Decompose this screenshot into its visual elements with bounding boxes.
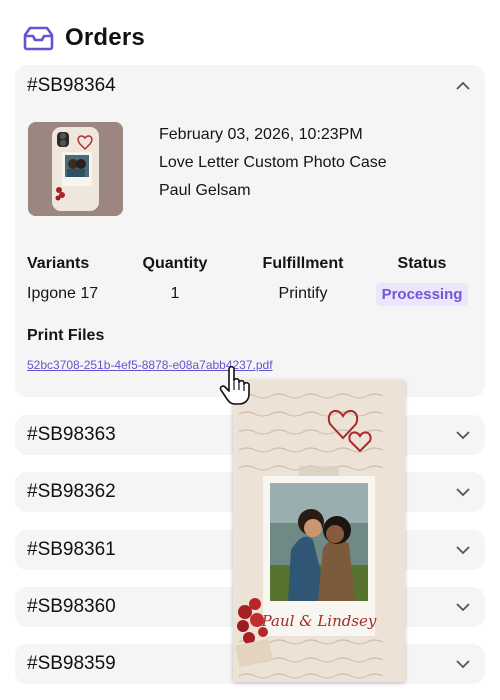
page-title: Orders: [65, 24, 145, 51]
variants-column: Variants Ipgone 17: [27, 255, 98, 307]
chevron-down-icon[interactable]: [455, 602, 471, 612]
order-meta: February 03, 2026, 10:23PM Love Letter C…: [159, 121, 387, 205]
page-header: Orders: [22, 22, 145, 54]
preview-caption: Paul & Lindsey: [261, 612, 377, 630]
product-thumbnail: [28, 122, 123, 216]
inbox-icon: [23, 26, 54, 51]
quantity-column: Quantity 1: [135, 255, 215, 307]
chevron-down-icon[interactable]: [455, 487, 471, 497]
chevron-down-icon[interactable]: [455, 659, 471, 669]
fulfillment-header: Fulfillment: [262, 255, 344, 272]
status-column: Status Processing: [367, 255, 477, 306]
order-id: #SB98362: [27, 481, 116, 502]
status-header: Status: [397, 255, 447, 272]
hand-cursor-icon: [219, 365, 250, 405]
chevron-down-icon[interactable]: [455, 545, 471, 555]
quantity-value: 1: [170, 285, 180, 302]
chevron-down-icon[interactable]: [455, 430, 471, 440]
order-card-header[interactable]: #SB98364: [27, 65, 471, 107]
order-id: #SB98364: [27, 75, 116, 96]
variants-header: Variants: [27, 255, 90, 272]
product-name: Love Letter Custom Photo Case: [159, 154, 387, 171]
status-value: Processing: [367, 283, 477, 306]
print-files-label: Print Files: [27, 327, 105, 344]
chevron-up-icon[interactable]: [455, 81, 471, 91]
order-id: #SB98361: [27, 539, 116, 560]
order-date: February 03, 2026, 10:23PM: [159, 126, 363, 143]
print-file-preview: Paul & Lindsey: [233, 380, 405, 682]
quantity-header: Quantity: [142, 255, 208, 272]
order-card-expanded[interactable]: #SB98364 February 03, 2026, 10:23PM Love…: [15, 65, 485, 397]
status-badge: Processing: [375, 283, 469, 306]
fulfillment-value: Printify: [278, 285, 328, 302]
order-id: #SB98360: [27, 596, 116, 617]
order-id: #SB98363: [27, 424, 116, 445]
variants-value: Ipgone 17: [27, 285, 99, 302]
fulfillment-column: Fulfillment Printify: [253, 255, 353, 307]
order-id: #SB98359: [27, 653, 116, 674]
customer-name: Paul Gelsam: [159, 182, 251, 199]
